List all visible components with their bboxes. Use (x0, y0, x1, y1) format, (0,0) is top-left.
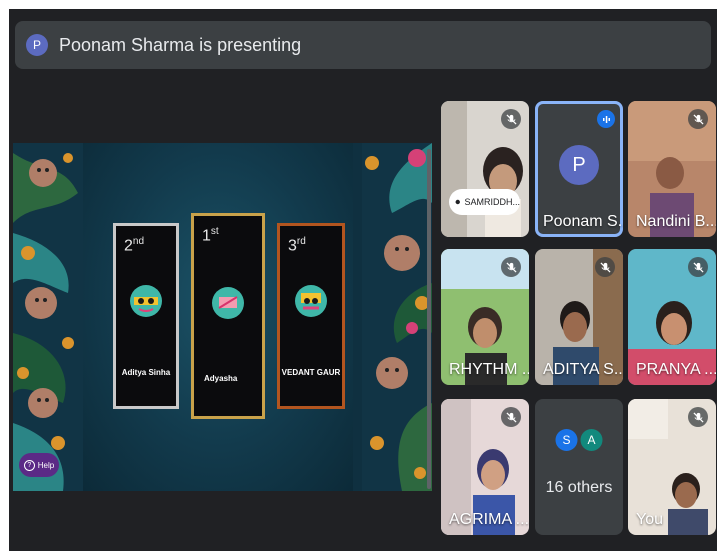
participant-name: RHYTHM ... (449, 361, 529, 378)
participant-tile-agrima[interactable]: AGRIMA ... (441, 399, 529, 535)
raised-hand-icon (455, 199, 460, 205)
participant-tile-rhythm[interactable]: RHYTHM ... (441, 249, 529, 385)
player-avatar-icon (212, 287, 244, 319)
participant-name: AGRIMA ... (449, 511, 529, 528)
participant-tile-pranya[interactable]: PRANYA ... (628, 249, 716, 385)
presenting-text: Poonam Sharma is presenting (59, 34, 302, 55)
player-avatar-icon (295, 285, 327, 317)
leaderboard-slide: 2nd Aditya Sinha 1st Adyasha 3rd VEDANT … (83, 143, 353, 491)
player-avatar-icon (130, 285, 162, 317)
others-tile[interactable]: S A 16 others (535, 399, 623, 535)
mic-off-icon (595, 257, 615, 277)
mic-off-icon (501, 257, 521, 277)
participant-name: Poonam S... (543, 213, 623, 230)
meet-window: P Poonam Sharma is presenting 2nd Aditya… (9, 9, 717, 551)
rank-card-3rd: 3rd VEDANT GAUR (277, 223, 345, 409)
help-label: Help (37, 460, 55, 470)
participant-avatar: S (555, 429, 578, 451)
left-decorative-art (13, 143, 83, 491)
help-icon: ? (23, 459, 35, 471)
player-name: Aditya Sinha (121, 368, 171, 377)
others-avatars: S A (555, 429, 603, 451)
player-name: VEDANT GAUR (281, 368, 341, 377)
participant-name: ADITYA S... (543, 361, 623, 378)
participant-tile-nandini[interactable]: Nandini B... (628, 101, 716, 237)
rank-label: 1st (202, 226, 219, 245)
help-button[interactable]: ? Help (19, 453, 59, 477)
mic-off-icon (688, 109, 708, 129)
presenting-banner: P Poonam Sharma is presenting (15, 21, 711, 69)
shared-presentation[interactable]: 2nd Aditya Sinha 1st Adyasha 3rd VEDANT … (13, 143, 432, 491)
participant-tile-you[interactable]: You (628, 399, 716, 535)
participant-tile-poonam[interactable]: P Poonam S... (535, 101, 623, 237)
mic-off-icon (501, 109, 521, 129)
participant-tile-aditya[interactable]: ADITYA S... (535, 249, 623, 385)
participant-tile-samriddh[interactable]: SAMRIDDH... (441, 101, 529, 237)
rank-label: 2nd (124, 236, 145, 255)
speaking-indicator-icon (597, 110, 615, 128)
name-pill: SAMRIDDH... (449, 189, 520, 215)
mic-off-icon (501, 407, 521, 427)
participant-name: PRANYA ... (636, 361, 716, 378)
others-count: 16 others (545, 479, 613, 496)
rank-card-1st: 1st Adyasha (191, 213, 265, 419)
mic-off-icon (688, 257, 708, 277)
participant-name: SAMRIDDH... (464, 197, 520, 207)
rank-card-2nd: 2nd Aditya Sinha (113, 223, 179, 409)
player-name: Adyasha (204, 374, 238, 383)
right-decorative-art (362, 143, 432, 491)
presentation-scrollbar[interactable] (427, 149, 431, 489)
participant-name: You (636, 511, 663, 528)
mic-off-icon (688, 407, 708, 427)
presenter-avatar: P (26, 34, 48, 56)
participant-avatar: A (580, 429, 603, 451)
participant-avatar: P (559, 145, 599, 185)
participant-name: Nandini B... (636, 213, 716, 230)
rank-label: 3rd (288, 236, 306, 255)
